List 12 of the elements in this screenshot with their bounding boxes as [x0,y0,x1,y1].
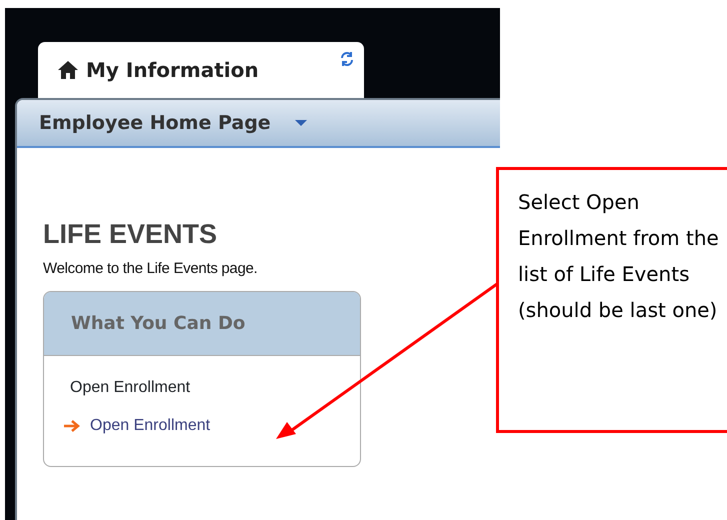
page-menu-title[interactable]: Employee Home Page [39,108,271,138]
refresh-icon[interactable] [340,52,354,66]
arrow-right-icon [64,420,80,432]
action-label: Open Enrollment [70,378,190,398]
dropdown-caret-icon[interactable] [294,120,307,126]
open-enrollment-link[interactable]: Open Enrollment [90,414,210,438]
page-title: LIFE EVENTS [43,218,218,250]
panel-title: What You Can Do [44,292,360,356]
tab[interactable]: My Information [38,42,364,98]
callout-text: Select Open Enrollment from the list of Life Events (should be last one) [496,167,727,433]
welcome-text: Welcome to the Life Events page. [43,259,258,280]
home-icon [58,61,78,79]
